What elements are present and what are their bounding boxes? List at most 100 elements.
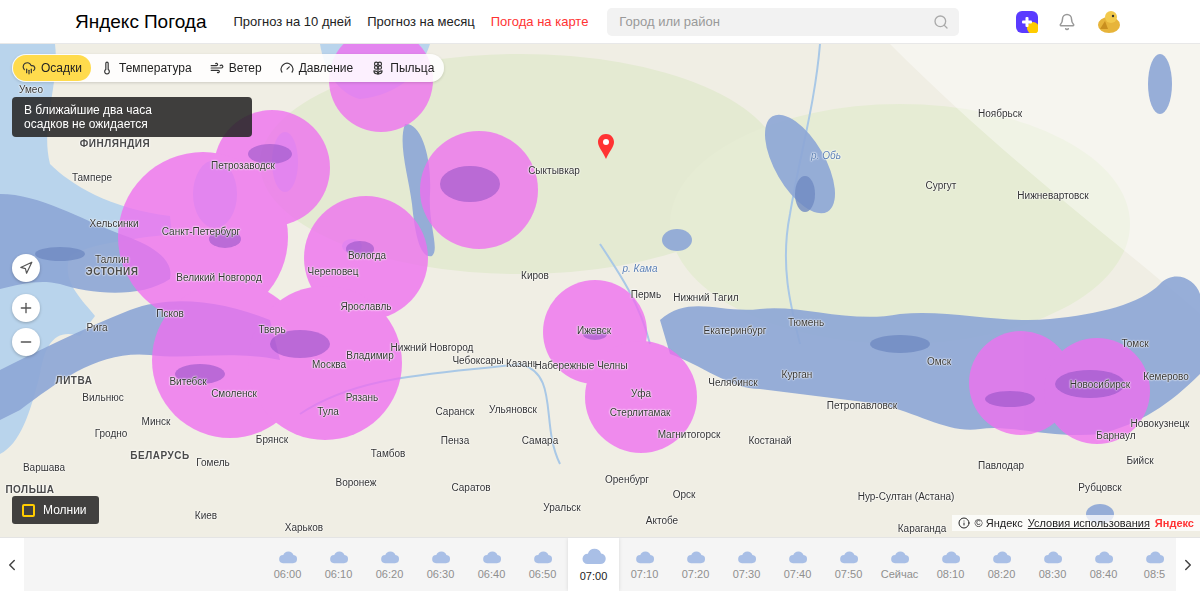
city-label: Омск [927, 356, 951, 367]
timeline-step[interactable]: 06:50 [517, 538, 568, 591]
timeline-step[interactable]: 07:30 [721, 538, 772, 591]
river-label: р. Обь [811, 150, 841, 161]
timeline-time: 08:5 [1144, 568, 1165, 580]
timeline-prev-button[interactable] [0, 538, 24, 591]
timeline-step[interactable]: 06:40 [466, 538, 517, 591]
timeline-next-button[interactable] [1176, 538, 1200, 591]
layer-tab[interactable]: Ветер [201, 55, 271, 81]
terms-link[interactable]: Условия использования [1028, 517, 1150, 529]
city-label: Тула [317, 406, 339, 417]
lightning-label: Молнии [43, 503, 87, 517]
timeline-step[interactable]: 08:5 [1129, 538, 1176, 591]
timeline-step[interactable]: 07:50 [823, 538, 874, 591]
city-label: Пермь [631, 289, 661, 300]
cloud-icon [737, 550, 757, 564]
layer-tab[interactable]: Пыльца [362, 55, 443, 81]
search-icon[interactable] [933, 14, 949, 30]
locate-icon [19, 261, 33, 275]
timeline-step[interactable]: 08:10 [925, 538, 976, 591]
timeline-step[interactable]: 08:20 [976, 538, 1027, 591]
layer-tab[interactable]: Осадки [13, 55, 91, 81]
cloud-icon [635, 550, 655, 564]
timeline-time: 06:50 [529, 568, 557, 580]
city-label: Барнаул [1096, 430, 1135, 441]
timeline-time: 06:00 [274, 568, 302, 580]
timeline-strip: 06:00 06:1006:20 06:30 06:40 06:50 07:00 07:10… [24, 538, 1176, 591]
city-label: Варшава [23, 462, 65, 473]
layer-tab[interactable]: Давление [271, 55, 363, 81]
logo[interactable]: ЯндексПогода [75, 11, 206, 33]
city-label: Казань [506, 358, 538, 369]
timeline-step[interactable]: 07:20 [670, 538, 721, 591]
cloud-icon [278, 550, 298, 564]
plus-icon [18, 300, 34, 316]
cloud-icon [1043, 550, 1063, 564]
logo-brand[interactable]: Яндекс [75, 11, 139, 33]
map[interactable]: УмеоФИНЛЯНДИЯТампереПетрозаводскХельсинк… [0, 44, 1200, 537]
country-label: ПОЛЬША [5, 484, 54, 495]
timeline-time: 07:00 [580, 570, 608, 582]
location-pin-icon[interactable] [598, 134, 614, 159]
city-label: Витебск [169, 376, 206, 387]
nav-link[interactable]: Прогноз на 10 дней [233, 14, 351, 29]
city-label: Курган [782, 369, 813, 380]
city-label: Тверь [258, 324, 285, 335]
timeline-step[interactable]: 07:00 [568, 538, 619, 591]
zoom-out-button[interactable] [12, 328, 40, 356]
timeline-step[interactable]: 08:30 [1027, 538, 1078, 591]
city-label: Владимир [346, 350, 394, 361]
lightning-checkbox[interactable] [22, 504, 35, 517]
city-label: Саранск [436, 406, 475, 417]
timeline-time: 06:30 [427, 568, 455, 580]
locate-button[interactable] [12, 254, 40, 282]
timeline-step[interactable]: Сейчас [874, 538, 925, 591]
city-label: Рубцовск [1078, 482, 1121, 493]
cloud-icon [533, 550, 553, 564]
info-icon[interactable] [958, 517, 970, 529]
timeline-step[interactable]: 07:10 [619, 538, 670, 591]
timeline: 06:00 06:1006:20 06:30 06:40 06:50 07:00 07:10… [0, 537, 1200, 591]
layer-icon [371, 61, 385, 75]
city-label: Киев [195, 510, 217, 521]
cloud-icon [1094, 550, 1114, 564]
bell-icon[interactable] [1058, 13, 1076, 31]
plus-subscription-icon[interactable] [1016, 11, 1038, 33]
city-label: Минск [142, 416, 171, 427]
timeline-step[interactable]: 06:30 [415, 538, 466, 591]
city-label: Магнитогорск [658, 429, 721, 440]
nav-link[interactable]: Прогноз на месяц [367, 14, 475, 29]
country-label: БЕЛАРУСЬ [130, 450, 189, 461]
city-label: Нур-Султан (Астана) [858, 491, 955, 502]
timeline-step[interactable]: 07:40 [772, 538, 823, 591]
country-label: ФИНЛЯНДИЯ [80, 138, 150, 149]
layer-icon [100, 61, 114, 75]
search-input[interactable] [617, 13, 927, 30]
city-label: Набережные Челны [534, 360, 627, 371]
search-box [607, 8, 959, 36]
logo-service[interactable]: Погода [144, 11, 207, 33]
cloud-icon [788, 550, 808, 564]
timeline-step[interactable]: 06:00 [262, 538, 313, 591]
timeline-step[interactable]: 08:40 [1078, 538, 1129, 591]
timeline-time: 07:50 [835, 568, 863, 580]
timeline-step[interactable]: 06:20 [364, 538, 415, 591]
cloud-icon [380, 550, 400, 564]
city-label: Новосибирск [1070, 379, 1130, 390]
timeline-time: 07:20 [682, 568, 710, 580]
timeline-step[interactable]: 06:10 [313, 538, 364, 591]
timeline-time: 08:40 [1090, 568, 1118, 580]
nav-link[interactable]: Погода на карте [491, 14, 589, 29]
city-label: Орск [673, 489, 696, 500]
city-label: Ульяновск [489, 404, 537, 415]
yandex-logo[interactable]: Яндекс [1155, 517, 1194, 529]
header-actions [1016, 9, 1200, 35]
city-label: Самара [522, 435, 558, 446]
city-label: Нижний Тагил [673, 292, 738, 303]
layer-tab[interactable]: Температура [91, 55, 201, 81]
city-label: Вологда [348, 250, 386, 261]
city-label: Гомель [196, 457, 229, 468]
avatar-icon[interactable] [1096, 9, 1122, 35]
zoom-in-button[interactable] [12, 294, 40, 322]
city-label: Оренбург [605, 474, 649, 485]
lightning-toggle[interactable]: Молнии [12, 496, 99, 524]
